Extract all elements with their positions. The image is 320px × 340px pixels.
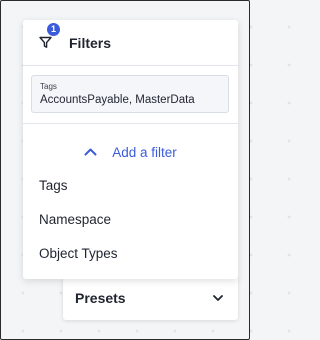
presets-label: Presets: [75, 290, 126, 306]
active-filter-value: AccountsPayable, MasterData: [40, 94, 195, 106]
filter-option-object-types[interactable]: Object Types: [39, 246, 118, 261]
filter-toggle[interactable]: 1: [39, 22, 60, 51]
add-filter-label: Add a filter: [112, 144, 177, 160]
funnel-icon: [39, 36, 52, 48]
chevron-up-icon: [84, 145, 98, 159]
filter-count-badge: 1: [47, 22, 60, 36]
filters-panel: 1 Filters Tags AccountsPayable, MasterDa…: [23, 20, 238, 279]
divider: [23, 123, 238, 124]
active-filter-label: Tags: [40, 82, 57, 91]
panel-title: Filters: [69, 34, 112, 51]
presets-dropdown[interactable]: Presets: [63, 276, 238, 320]
filter-option-tags[interactable]: Tags: [39, 178, 68, 193]
filter-option-namespace[interactable]: Namespace: [39, 212, 111, 227]
active-filter-chip[interactable]: Tags AccountsPayable, MasterData: [31, 75, 229, 113]
filters-header[interactable]: 1 Filters: [23, 20, 238, 66]
chevron-down-icon[interactable]: [212, 292, 224, 304]
add-filter-button[interactable]: Add a filter: [23, 139, 238, 165]
